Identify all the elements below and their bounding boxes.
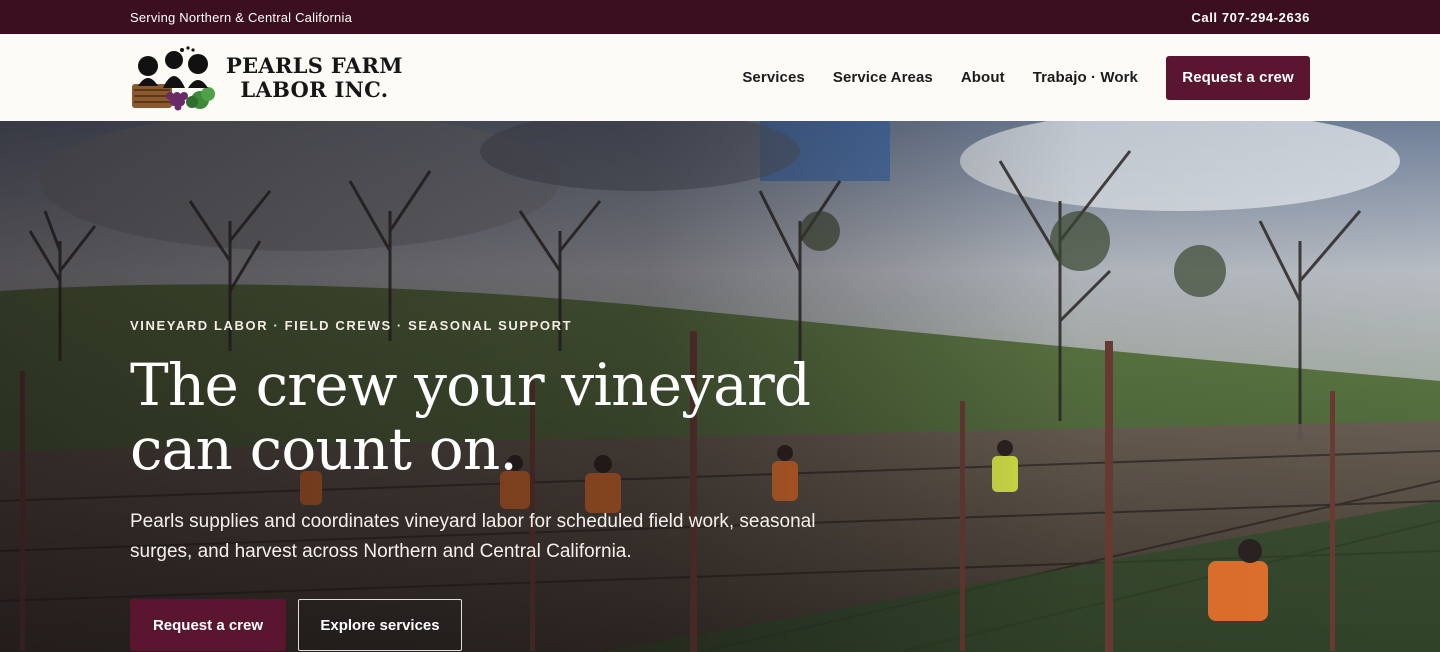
nav-about[interactable]: About bbox=[961, 69, 1005, 86]
hero-description: Pearls supplies and coordinates vineyard… bbox=[130, 511, 816, 562]
brand-wordmark: PEARLS FARM LABOR INC. bbox=[226, 52, 403, 102]
nav-service-areas[interactable]: Service Areas bbox=[833, 69, 933, 86]
hero-eyebrow: VINEYARD LABOR · FIELD CREWS · SEASONAL … bbox=[130, 318, 573, 333]
brand-line-1: PEARLS FARM bbox=[226, 52, 403, 78]
hero-request-crew-button[interactable]: Request a crew bbox=[130, 599, 286, 651]
service-area-tagline: Serving Northern & Central California bbox=[130, 9, 352, 25]
main-nav: Services Service Areas About Trabajo · W… bbox=[714, 55, 1310, 100]
nav-services[interactable]: Services bbox=[742, 69, 805, 86]
hero-section: VINEYARD LABOR · FIELD CREWS · SEASONAL … bbox=[0, 121, 1440, 652]
brand-line-2: LABOR INC. bbox=[240, 76, 389, 102]
nav-trabajo-work[interactable]: Trabajo · Work bbox=[1033, 69, 1138, 86]
phone-link[interactable]: Call 707-294-2636 bbox=[1191, 10, 1310, 25]
site-header: PEARLS FARM LABOR INC. Services Service … bbox=[0, 34, 1440, 121]
header-request-crew-button[interactable]: Request a crew bbox=[1166, 55, 1310, 100]
logo-icon bbox=[132, 45, 215, 110]
top-utility-bar: Serving Northern & Central California Ca… bbox=[0, 0, 1440, 34]
hero-headline: The crew your vineyard can count on. bbox=[130, 351, 811, 483]
brand-logo-link[interactable]: PEARLS FARM LABOR INC. bbox=[130, 44, 403, 112]
hero-explore-services-button[interactable]: Explore services bbox=[298, 599, 462, 651]
